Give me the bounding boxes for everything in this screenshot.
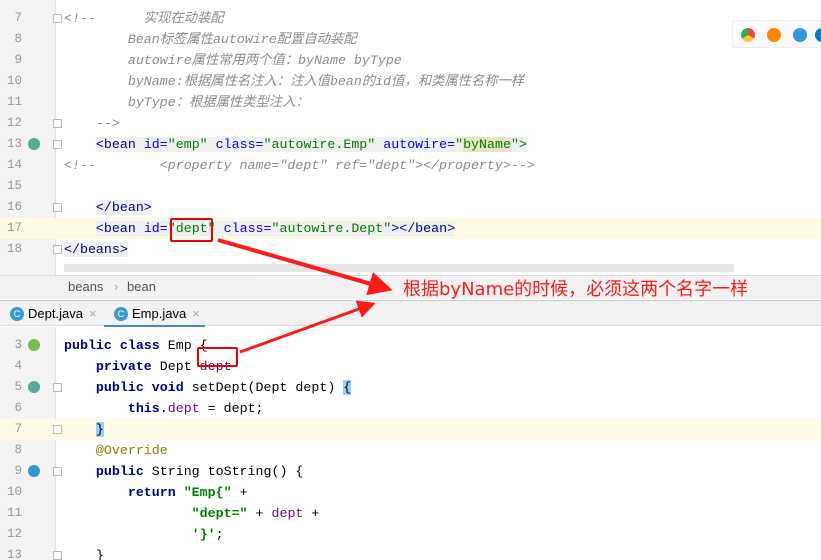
arrow-from-java: [239, 300, 376, 354]
annotation-text: 根据byName的时候，必须这两个名字一样: [403, 279, 749, 300]
arrow-from-xml: [217, 238, 393, 296]
